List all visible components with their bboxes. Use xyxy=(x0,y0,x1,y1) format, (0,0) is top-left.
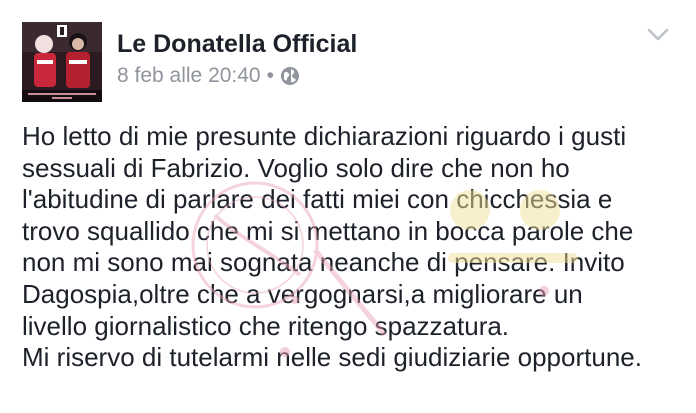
globe-icon[interactable] xyxy=(280,66,300,86)
post-meta: 8 feb alle 20:40 • xyxy=(117,63,300,89)
chevron-down-icon[interactable] xyxy=(646,26,670,44)
message-line: Dagospia,oltre che a vergognarsi,a migli… xyxy=(22,278,583,309)
message-line: l'abitudine di parlare dei fatti miei co… xyxy=(22,184,613,215)
message-line: livello giornalistico che ritengo spazza… xyxy=(22,310,510,341)
post-message: Ho letto di mie presunte dichiarazioni r… xyxy=(22,121,692,374)
message-line: Ho letto di mie presunte dichiarazioni r… xyxy=(22,121,627,151)
meta-separator: • xyxy=(266,64,274,87)
timestamp[interactable]: 8 feb alle 20:40 xyxy=(117,63,261,89)
avatar[interactable] xyxy=(22,22,102,102)
message-line: Mi riservo di tutelarmi nelle sedi giudi… xyxy=(22,342,642,373)
facebook-post: Le Donatella Official 8 feb alle 20:40 •… xyxy=(0,0,696,413)
message-line: non mi sono mai sognata neanche di pensa… xyxy=(22,247,625,278)
message-line: trovo squallido che mi si mettano in boc… xyxy=(22,215,634,246)
message-line: sessuali di Fabrizio. Voglio solo dire c… xyxy=(22,152,570,183)
author-name[interactable]: Le Donatella Official xyxy=(117,29,357,59)
